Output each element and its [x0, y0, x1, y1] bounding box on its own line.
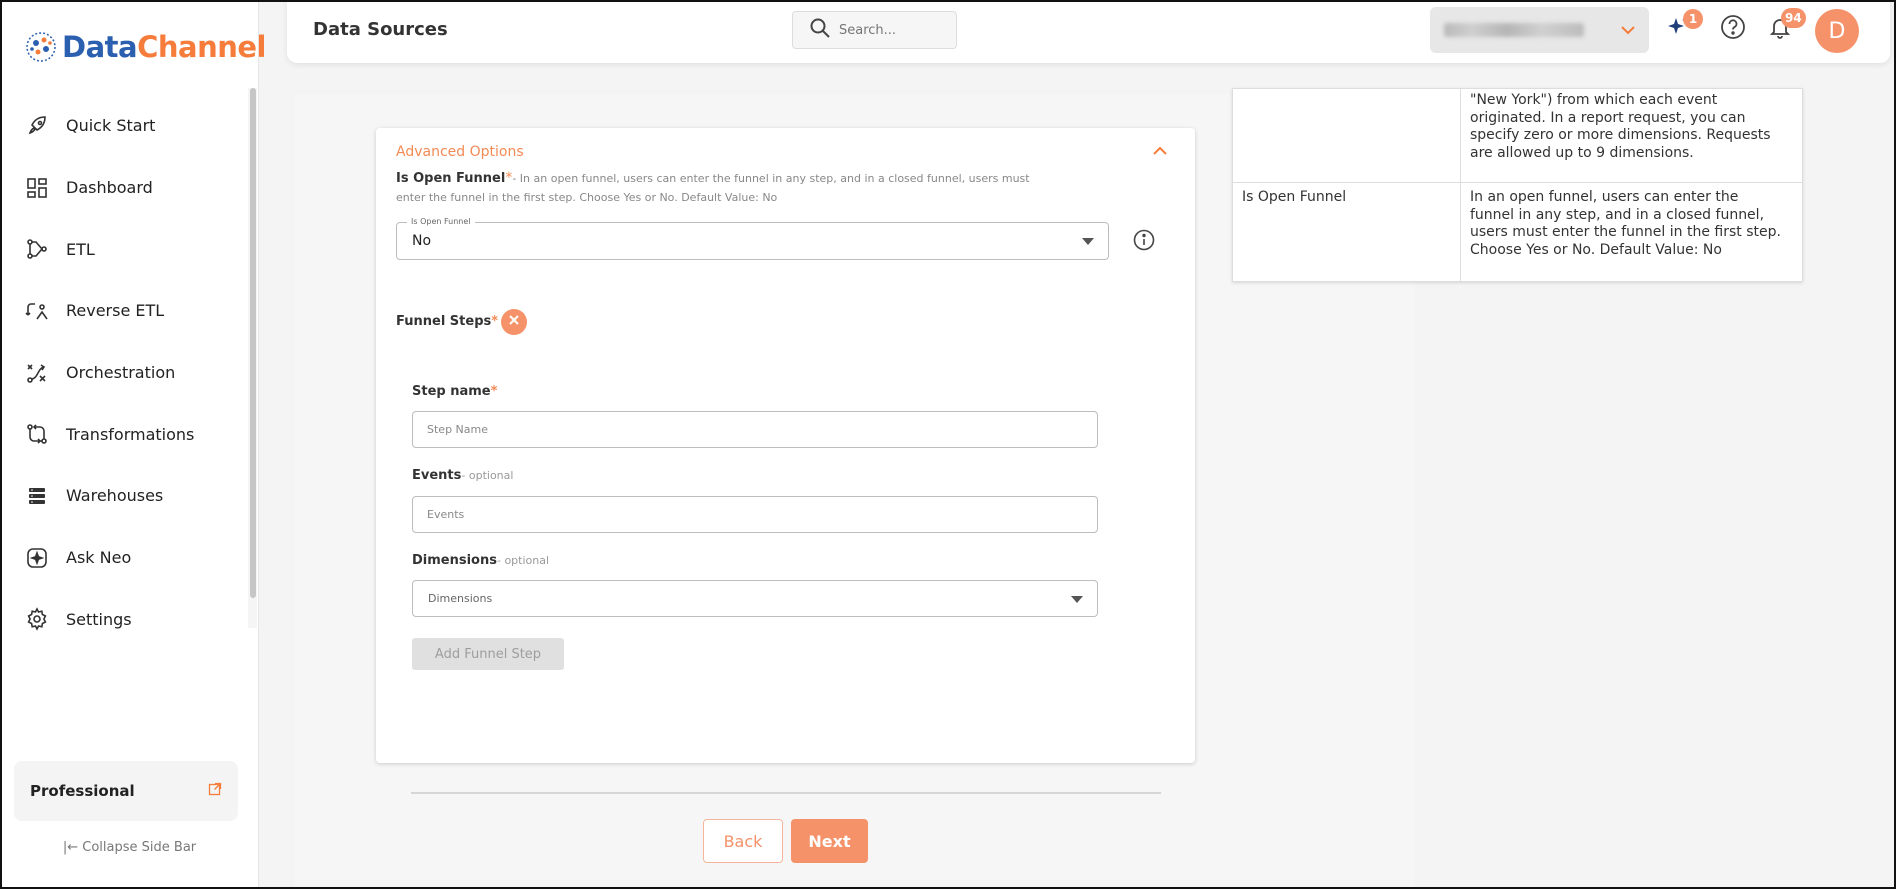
info-icon[interactable]: [1133, 229, 1155, 255]
avatar[interactable]: D: [1815, 9, 1859, 53]
help-table-name: Is Open Funnel: [1242, 189, 1347, 205]
advanced-options-card: Advanced Options Is Open Funnel*- In an …: [376, 128, 1195, 763]
table-row: "New York") from which each event origin…: [1233, 89, 1802, 183]
etl-icon: [24, 236, 50, 262]
help-table-description: "New York") from which each event origin…: [1470, 92, 1771, 161]
sidebar-nav: Quick Start Dashboard ETL Reverse ETL Or…: [0, 95, 245, 650]
search-box[interactable]: [792, 11, 957, 49]
plan-name: Professional: [30, 782, 135, 800]
logo-globe-icon: [26, 32, 56, 62]
table-row: Is Open Funnel In an open funnel, users …: [1233, 183, 1802, 283]
form-divider: [411, 792, 1161, 794]
caret-down-icon: [1082, 238, 1094, 245]
sidebar-item-label: Orchestration: [66, 363, 176, 383]
caret-down-icon: [1071, 595, 1083, 603]
logo-text: DataChannel: [62, 30, 266, 64]
external-link-icon[interactable]: [208, 782, 222, 800]
search-icon: [809, 17, 831, 43]
open-funnel-select[interactable]: Is Open Funnel No: [396, 217, 1109, 260]
next-button[interactable]: Next: [791, 819, 868, 863]
sidebar-item-ask-neo[interactable]: Ask Neo: [0, 527, 245, 589]
funnel-steps-label: Funnel Steps*: [396, 314, 499, 329]
sidebar-item-warehouses[interactable]: Warehouses: [0, 465, 245, 527]
reverse-etl-icon: [24, 298, 50, 324]
gear-icon: [24, 606, 50, 632]
chevron-down-icon: [1619, 21, 1637, 43]
sidebar-item-label: ETL: [66, 239, 95, 259]
chevron-up-icon[interactable]: [1151, 142, 1169, 164]
transformations-icon: [24, 421, 50, 447]
events-label: Events- optional: [412, 468, 514, 483]
dimensions-select[interactable]: Dimensions: [412, 580, 1098, 617]
sidebar-item-transformations[interactable]: Transformations: [0, 403, 245, 465]
sidebar-item-reverse-etl[interactable]: Reverse ETL: [0, 280, 245, 342]
ai-sparkle-button[interactable]: 1: [1663, 9, 1703, 44]
sparkle-badge: 1: [1683, 9, 1703, 29]
close-icon: [508, 314, 520, 330]
dashboard-icon: [24, 175, 50, 201]
notifications-button[interactable]: 94: [1765, 8, 1806, 44]
search-input[interactable]: [839, 22, 949, 38]
sidebar: DataChannel Quick Start Dashboard ETL Re…: [0, 0, 266, 889]
sidebar-item-label: Settings: [66, 609, 132, 629]
dimensions-label: Dimensions- optional: [412, 553, 550, 568]
plan-card[interactable]: Professional: [14, 761, 238, 821]
workspace-select[interactable]: [1430, 7, 1649, 53]
notification-badge: 94: [1781, 8, 1806, 28]
add-funnel-step-button[interactable]: Add Funnel Step: [412, 638, 564, 670]
sidebar-item-label: Quick Start: [66, 116, 156, 136]
top-header: Data Sources 1 94 D: [287, 0, 1890, 63]
help-table-description: In an open funnel, users can enter the f…: [1470, 189, 1781, 258]
ask-neo-icon: [24, 545, 50, 571]
warehouses-icon: [24, 483, 50, 509]
open-funnel-float-label: Is Open Funnel: [407, 217, 475, 226]
sidebar-item-label: Warehouses: [66, 486, 164, 506]
collapse-sidebar-button[interactable]: |← Collapse Side Bar: [0, 840, 259, 855]
help-table: "New York") from which each event origin…: [1232, 88, 1803, 282]
orchestration-icon: [24, 360, 50, 386]
sidebar-item-label: Dashboard: [66, 178, 153, 198]
events-input[interactable]: [412, 496, 1098, 533]
sidebar-item-settings[interactable]: Settings: [0, 589, 245, 651]
dimensions-placeholder: Dimensions: [428, 592, 493, 605]
help-button[interactable]: [1718, 14, 1748, 44]
sidebar-item-label: Reverse ETL: [66, 301, 165, 321]
sidebar-item-orchestration[interactable]: Orchestration: [0, 342, 245, 404]
advanced-options-title[interactable]: Advanced Options: [396, 144, 524, 160]
open-funnel-label: Is Open Funnel*- In an open funnel, user…: [396, 170, 1030, 204]
logo[interactable]: DataChannel: [24, 30, 266, 64]
page-title: Data Sources: [313, 19, 448, 40]
back-button[interactable]: Back: [703, 819, 783, 863]
sidebar-item-quick-start[interactable]: Quick Start: [0, 95, 245, 157]
sidebar-item-etl[interactable]: ETL: [0, 218, 245, 280]
step-name-input[interactable]: [412, 411, 1098, 448]
sidebar-scrollbar-thumb[interactable]: [250, 88, 256, 598]
remove-funnel-step-button[interactable]: [501, 309, 527, 335]
collapse-sidebar-label: Collapse Side Bar: [82, 840, 197, 855]
open-funnel-value: No: [412, 233, 432, 249]
sidebar-item-label: Transformations: [66, 424, 195, 444]
sidebar-item-dashboard[interactable]: Dashboard: [0, 157, 245, 219]
rocket-icon: [24, 113, 50, 139]
collapse-arrow-icon: |←: [62, 840, 79, 855]
workspace-name-redacted: [1444, 23, 1584, 37]
sidebar-item-label: Ask Neo: [66, 548, 132, 568]
help-icon: [1720, 14, 1746, 44]
step-name-label: Step name*: [412, 384, 498, 399]
